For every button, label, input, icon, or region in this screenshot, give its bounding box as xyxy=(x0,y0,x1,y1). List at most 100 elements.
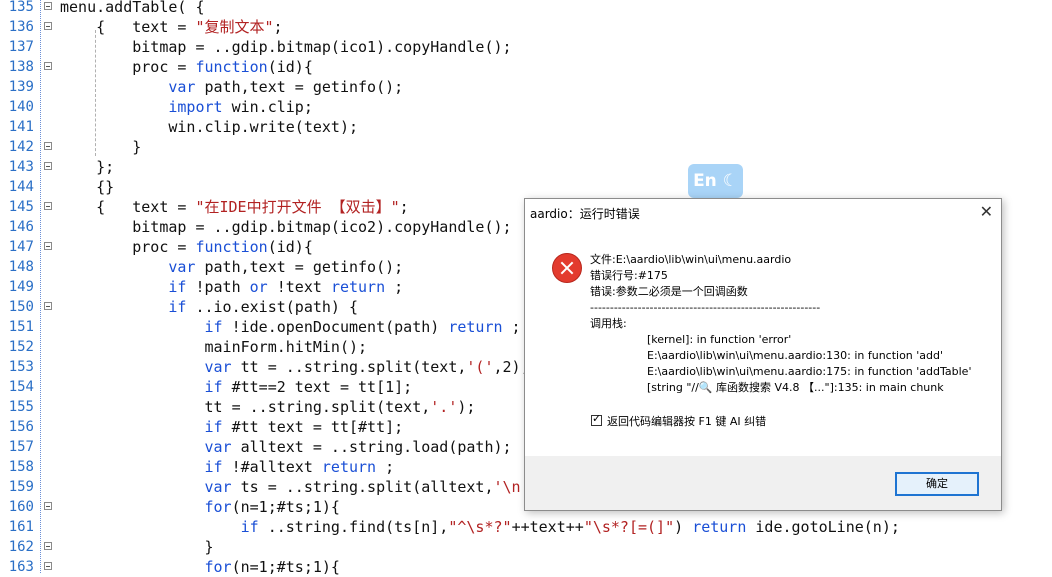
stack-label: 调用栈: xyxy=(590,317,627,330)
code-keyword: var xyxy=(168,258,196,276)
error-line-number: 错误行号:#175 xyxy=(590,269,668,282)
runtime-error-dialog: aardio：运行时错误 ✕ 文件:E:\aardio\lib\win\ui\m… xyxy=(524,198,1002,511)
code-string: "\s*?[=(]" xyxy=(583,518,675,536)
code-text: { text = "在IDE中打开文件 【双击】"; xyxy=(60,197,409,217)
code-line[interactable]: 136 { text = "复制文本"; xyxy=(0,17,1052,37)
line-number: 140 xyxy=(8,99,34,115)
code-keyword: var xyxy=(204,358,232,376)
code-token: win.clip; xyxy=(222,98,313,116)
error-file: 文件:E:\aardio\lib\win\ui\menu.aardio xyxy=(590,253,792,266)
code-token: mainForm.hitMin(); xyxy=(60,338,368,356)
code-line[interactable]: 139 var path,text = getinfo(); xyxy=(0,77,1052,97)
code-line[interactable]: 137 bitmap = ..gdip.bitmap(ico1).copyHan… xyxy=(0,37,1052,57)
code-text: bitmap = ..gdip.bitmap(ico2).copyHandle(… xyxy=(60,217,512,237)
code-line[interactable]: 144 {} xyxy=(0,177,1052,197)
fold-toggle-icon[interactable] xyxy=(44,242,52,250)
code-token: bitmap = ..gdip.bitmap(ico2).copyHandle(… xyxy=(60,218,512,236)
code-keyword: if xyxy=(204,318,223,336)
code-line[interactable]: 140 import win.clip; xyxy=(0,97,1052,117)
line-number: 149 xyxy=(8,279,34,295)
code-line[interactable]: 162 } xyxy=(0,537,1052,557)
code-string: '.' xyxy=(430,398,458,416)
line-number: 147 xyxy=(8,239,34,255)
code-token: ide.gotoLine(n); xyxy=(746,518,900,536)
code-line[interactable]: 163 for(n=1;#ts;1){ xyxy=(0,557,1052,577)
ime-language-badge[interactable]: En ☾ xyxy=(688,164,743,198)
code-keyword: if xyxy=(240,518,259,536)
line-number: 154 xyxy=(8,379,34,395)
code-token: ++text++ xyxy=(511,518,584,536)
code-text: } xyxy=(60,537,213,557)
code-token: tt = ..string.split(text, xyxy=(60,398,431,416)
ok-button[interactable]: 确定 xyxy=(895,472,979,496)
code-text: var ts = ..string.split(alltext,'\n' xyxy=(60,477,530,497)
fold-toggle-icon[interactable] xyxy=(44,142,52,150)
code-token: ..io.exist(path) { xyxy=(186,298,359,316)
code-string: "^\s*?" xyxy=(448,518,512,536)
code-text: var tt = ..string.split(text,'(',2); xyxy=(60,357,530,377)
stack-frame: E:\aardio\lib\win\ui\menu.aardio:175: in… xyxy=(647,365,972,378)
line-number: 150 xyxy=(8,299,34,315)
code-keyword: return xyxy=(321,458,377,476)
line-number: 148 xyxy=(8,259,34,275)
code-token: !text xyxy=(267,278,331,296)
code-keyword: var xyxy=(204,438,232,456)
code-line[interactable]: 142 } xyxy=(0,137,1052,157)
code-token: !#alltext xyxy=(222,458,322,476)
ai-fix-checkbox[interactable] xyxy=(591,412,602,426)
code-text: if !#alltext return ; xyxy=(60,457,395,477)
fold-toggle-icon[interactable] xyxy=(44,562,52,570)
code-line[interactable]: 135 menu.addTable( { xyxy=(0,0,1052,17)
line-number: 151 xyxy=(8,319,34,335)
code-line[interactable]: 141 win.clip.write(text); xyxy=(0,117,1052,137)
line-number: 157 xyxy=(8,439,34,455)
code-keyword: for xyxy=(204,558,232,576)
line-number: 158 xyxy=(8,459,34,475)
code-text: }; xyxy=(60,157,114,177)
code-text: if ..io.exist(path) { xyxy=(60,297,358,317)
code-line[interactable]: 143 }; xyxy=(0,157,1052,177)
code-token: ; xyxy=(273,18,283,36)
line-number: 144 xyxy=(8,179,34,195)
code-keyword: if xyxy=(204,378,223,396)
code-text: mainForm.hitMin(); xyxy=(60,337,367,357)
line-number: 141 xyxy=(8,119,34,135)
ai-fix-checkbox-label[interactable]: 返回代码编辑器按 F1 键 AI 纠错 xyxy=(607,413,766,429)
line-number: 152 xyxy=(8,339,34,355)
code-text: {} xyxy=(60,177,114,197)
stack-frame: [string "//🔍 库函数搜索 V4.8 【..."]:135: in m… xyxy=(647,381,944,394)
code-token: proc = xyxy=(60,58,196,76)
fold-toggle-icon[interactable] xyxy=(44,502,52,510)
line-number: 162 xyxy=(8,539,34,555)
fold-toggle-icon[interactable] xyxy=(44,202,52,210)
code-string: "复制文本" xyxy=(195,18,274,36)
fold-toggle-icon[interactable] xyxy=(44,2,52,10)
close-icon[interactable]: ✕ xyxy=(980,202,993,221)
code-token: } xyxy=(60,138,142,156)
fold-toggle-icon[interactable] xyxy=(44,22,52,30)
code-token: ; xyxy=(399,198,409,216)
code-keyword: return xyxy=(330,278,386,296)
fold-toggle-icon[interactable] xyxy=(44,302,52,310)
line-number: 161 xyxy=(8,519,34,535)
fold-toggle-icon[interactable] xyxy=(44,162,52,170)
code-token: alltext = ..string.load(path); xyxy=(231,438,512,456)
code-keyword: function xyxy=(195,58,268,76)
dialog-titlebar: aardio：运行时错误 ✕ xyxy=(525,199,1001,227)
code-text: } xyxy=(60,137,141,157)
fold-toggle-icon[interactable] xyxy=(44,542,52,550)
code-line[interactable]: 138 proc = function(id){ xyxy=(0,57,1052,77)
code-line[interactable]: 161 if ..string.find(ts[n],"^\s*?"++text… xyxy=(0,517,1052,537)
code-token: menu.addTable( { xyxy=(60,0,205,16)
code-token: }; xyxy=(60,158,115,176)
code-keyword: if xyxy=(204,458,223,476)
fold-toggle-icon[interactable] xyxy=(44,62,52,70)
code-token: path,text = getinfo(); xyxy=(195,258,404,276)
code-keyword: or xyxy=(249,278,268,296)
